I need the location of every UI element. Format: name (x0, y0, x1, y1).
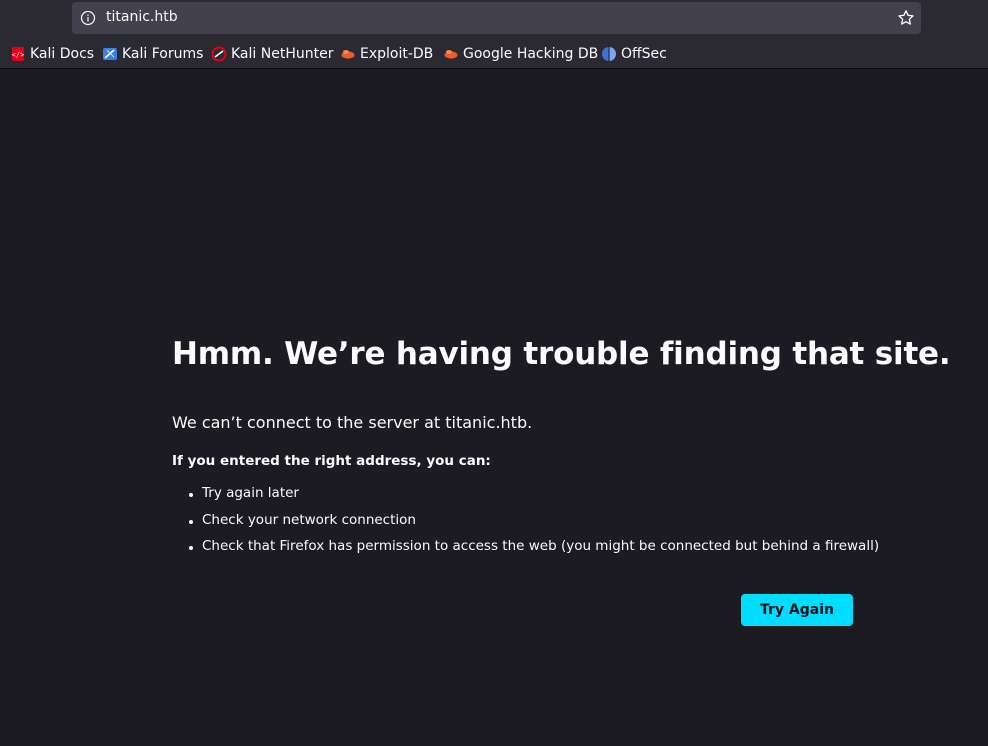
bookmark-star-icon[interactable] (897, 9, 915, 27)
bookmark-label: Kali Docs (30, 46, 95, 62)
bookmark-kali-docs[interactable]: </> Kali Docs (10, 45, 94, 63)
try-again-button[interactable]: Try Again (741, 594, 853, 626)
bookmark-exploit-db[interactable]: Exploit-DB (340, 45, 433, 63)
error-description: We can’t connect to the server at titani… (172, 413, 533, 432)
bookmark-kali-forums[interactable]: Kali Forums (102, 45, 203, 63)
error-title: Hmm. We’re having trouble finding that s… (172, 336, 951, 372)
suggestion-item: Check that Firefox has permission to acc… (188, 538, 879, 565)
navigation-toolbar: titanic.htb (0, 0, 988, 38)
bookmarks-toolbar: </> Kali Docs Kali Forums Kali NetHunter… (0, 38, 988, 69)
offsec-icon (602, 47, 616, 61)
suggestion-item: Try again later (188, 485, 879, 512)
svg-text:</>: </> (12, 51, 25, 59)
kali-docs-icon: </> (12, 47, 25, 61)
info-icon[interactable] (80, 10, 96, 26)
bookmark-google-hacking-db[interactable]: Google Hacking DB (443, 45, 598, 63)
kali-forums-icon (103, 48, 117, 60)
suggestions-heading: If you entered the right address, you ca… (172, 453, 491, 469)
google-hacking-db-icon (444, 50, 458, 59)
kali-nethunter-icon (211, 46, 227, 62)
bookmark-label: OffSec (621, 46, 667, 62)
bookmark-label: Exploit-DB (360, 46, 434, 62)
bookmark-label: Kali Forums (122, 46, 204, 62)
bookmark-label: Kali NetHunter (231, 46, 334, 62)
exploit-db-icon (341, 50, 355, 59)
bookmark-label: Google Hacking DB (463, 46, 599, 62)
bookmark-offsec[interactable]: OffSec (601, 45, 667, 63)
suggestions-list: Try again later Check your network conne… (188, 485, 879, 565)
error-page: Hmm. We’re having trouble finding that s… (0, 69, 988, 746)
url-text[interactable]: titanic.htb (106, 9, 178, 25)
bookmark-kali-nethunter[interactable]: Kali NetHunter (211, 45, 333, 63)
address-bar[interactable]: titanic.htb (72, 2, 921, 34)
suggestion-item: Check your network connection (188, 512, 879, 539)
